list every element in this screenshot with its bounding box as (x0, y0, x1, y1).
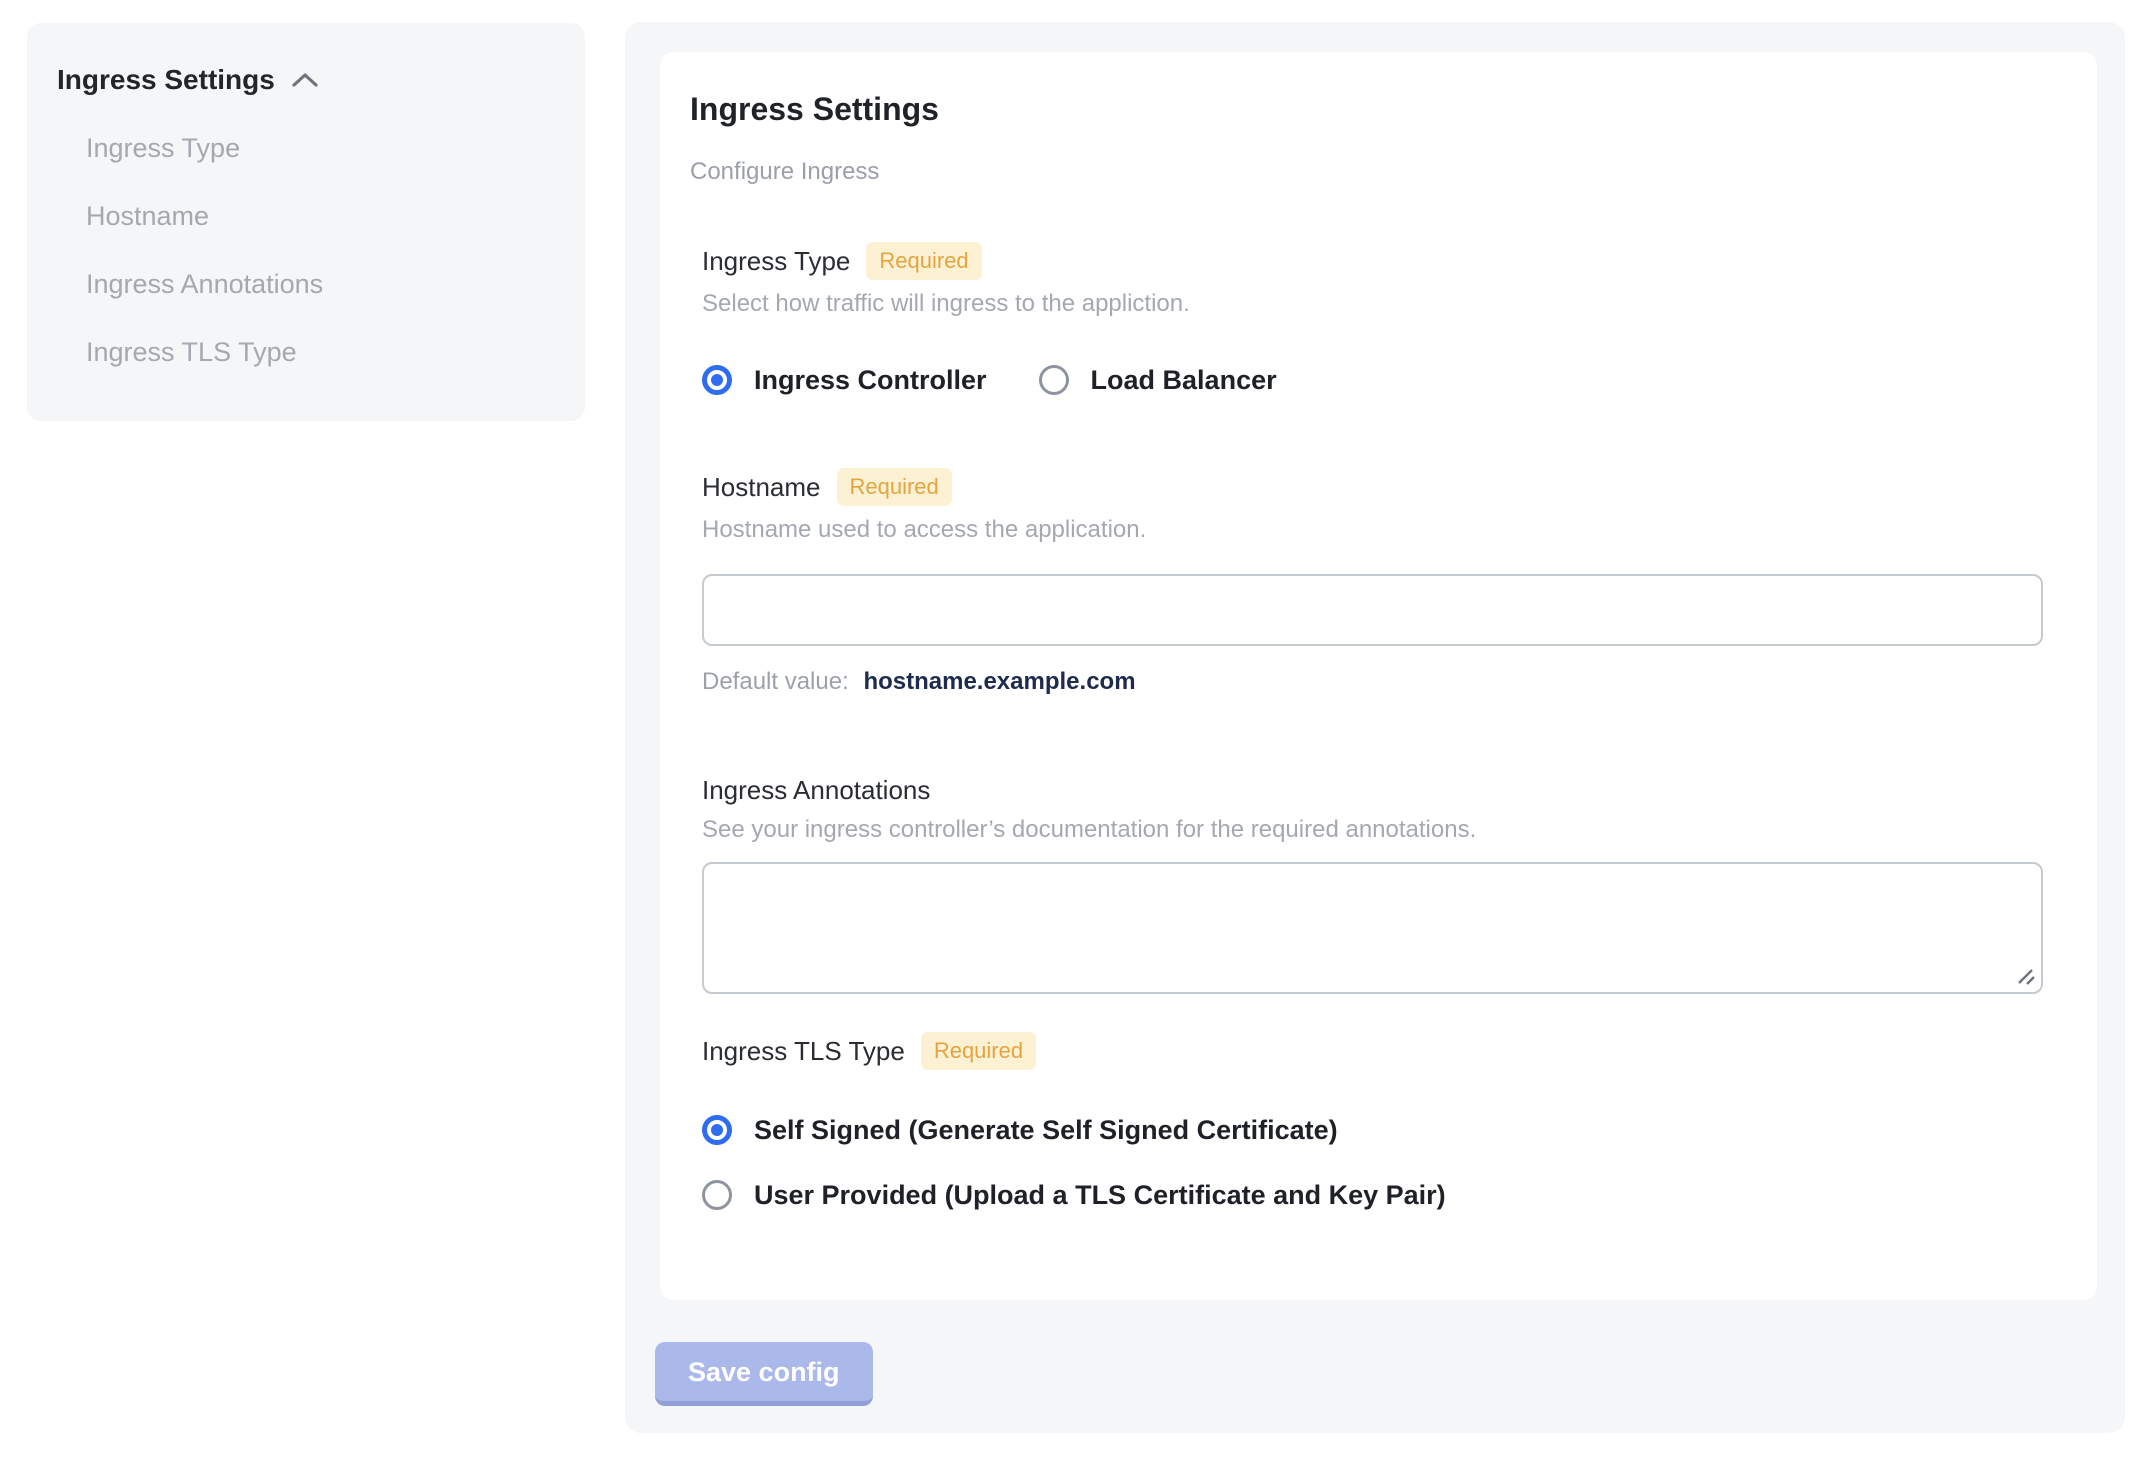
ingress-tls-type-heading: Ingress TLS Type Required (702, 1032, 1037, 1070)
section-hostname: Hostname Required Hostname used to acces… (702, 468, 2043, 696)
sidebar-items: Ingress Type Hostname Ingress Annotation… (57, 133, 555, 367)
hostname-description: Hostname used to access the application. (702, 516, 1147, 543)
ingress-tls-type-label: Ingress TLS Type (702, 1036, 905, 1066)
radio-self-signed-label: Self Signed (Generate Self Signed Certif… (754, 1115, 1338, 1145)
ingress-tls-type-radio-group: Self Signed (Generate Self Signed Certif… (702, 1114, 2043, 1211)
hostname-input[interactable] (702, 574, 2043, 646)
ingress-annotations-textarea-wrap (702, 862, 2043, 994)
form-sections: Ingress Type Required Select how traffic… (702, 242, 2043, 1211)
default-value-label: Default value: (702, 668, 849, 695)
hostname-heading: Hostname Required (702, 468, 952, 506)
default-value-text: hostname.example.com (863, 668, 1136, 695)
sidebar-item-ingress-type[interactable]: Ingress Type (86, 133, 555, 163)
sidebar-section-toggle[interactable]: Ingress Settings (57, 63, 555, 97)
hostname-label: Hostname (702, 472, 821, 502)
section-ingress-tls-type: Ingress TLS Type Required Self Signed (G… (702, 1032, 2043, 1211)
sidebar-section-title: Ingress Settings (57, 64, 275, 95)
ingress-annotations-textarea[interactable] (702, 862, 2043, 994)
ingress-annotations-description: See your ingress controller’s documentat… (702, 816, 1477, 843)
ingress-settings-card: Ingress Settings Configure Ingress Ingre… (660, 52, 2097, 1300)
radio-ingress-controller-label: Ingress Controller (754, 365, 987, 395)
radio-user-provided-label: User Provided (Upload a TLS Certificate … (754, 1180, 1446, 1210)
required-badge: Required (866, 242, 982, 280)
ingress-type-heading: Ingress Type Required (702, 242, 982, 280)
required-badge: Required (920, 1032, 1037, 1070)
page-subtitle: Configure Ingress (690, 158, 880, 185)
radio-unselected-icon[interactable] (702, 1180, 732, 1210)
required-badge: Required (836, 468, 952, 506)
sidebar-item-hostname[interactable]: Hostname (86, 201, 555, 231)
radio-load-balancer-label: Load Balancer (1090, 365, 1277, 395)
sidebar-item-ingress-tls-type[interactable]: Ingress TLS Type (86, 337, 555, 367)
ingress-type-description: Select how traffic will ingress to the a… (702, 290, 1190, 317)
section-ingress-type: Ingress Type Required Select how traffic… (702, 242, 2043, 396)
radio-selected-icon[interactable] (702, 365, 732, 395)
radio-user-provided[interactable]: User Provided (Upload a TLS Certificate … (702, 1179, 2043, 1211)
ingress-annotations-heading: Ingress Annotations (702, 774, 930, 806)
chevron-up-icon (291, 71, 319, 89)
hostname-default-line: Default value: hostname.example.com (702, 668, 2043, 696)
ingress-annotations-label: Ingress Annotations (702, 775, 931, 805)
section-ingress-annotations: Ingress Annotations See your ingress con… (702, 774, 2043, 994)
ingress-type-radio-group: Ingress Controller Load Balancer (702, 364, 2043, 396)
sidebar-item-ingress-annotations[interactable]: Ingress Annotations (86, 269, 555, 299)
radio-unselected-icon[interactable] (1038, 365, 1069, 395)
radio-self-signed[interactable]: Self Signed (Generate Self Signed Certif… (702, 1114, 2043, 1146)
ingress-type-label: Ingress Type (702, 246, 851, 276)
radio-ingress-controller[interactable]: Ingress Controller (702, 364, 987, 396)
radio-load-balancer[interactable]: Load Balancer (1038, 364, 1277, 396)
radio-selected-icon[interactable] (702, 1115, 732, 1145)
main-panel: Ingress Settings Configure Ingress Ingre… (625, 22, 2125, 1433)
save-config-button[interactable]: Save config (655, 1342, 873, 1406)
page-title: Ingress Settings (690, 91, 939, 127)
settings-sidebar: Ingress Settings Ingress Type Hostname I… (27, 23, 585, 421)
